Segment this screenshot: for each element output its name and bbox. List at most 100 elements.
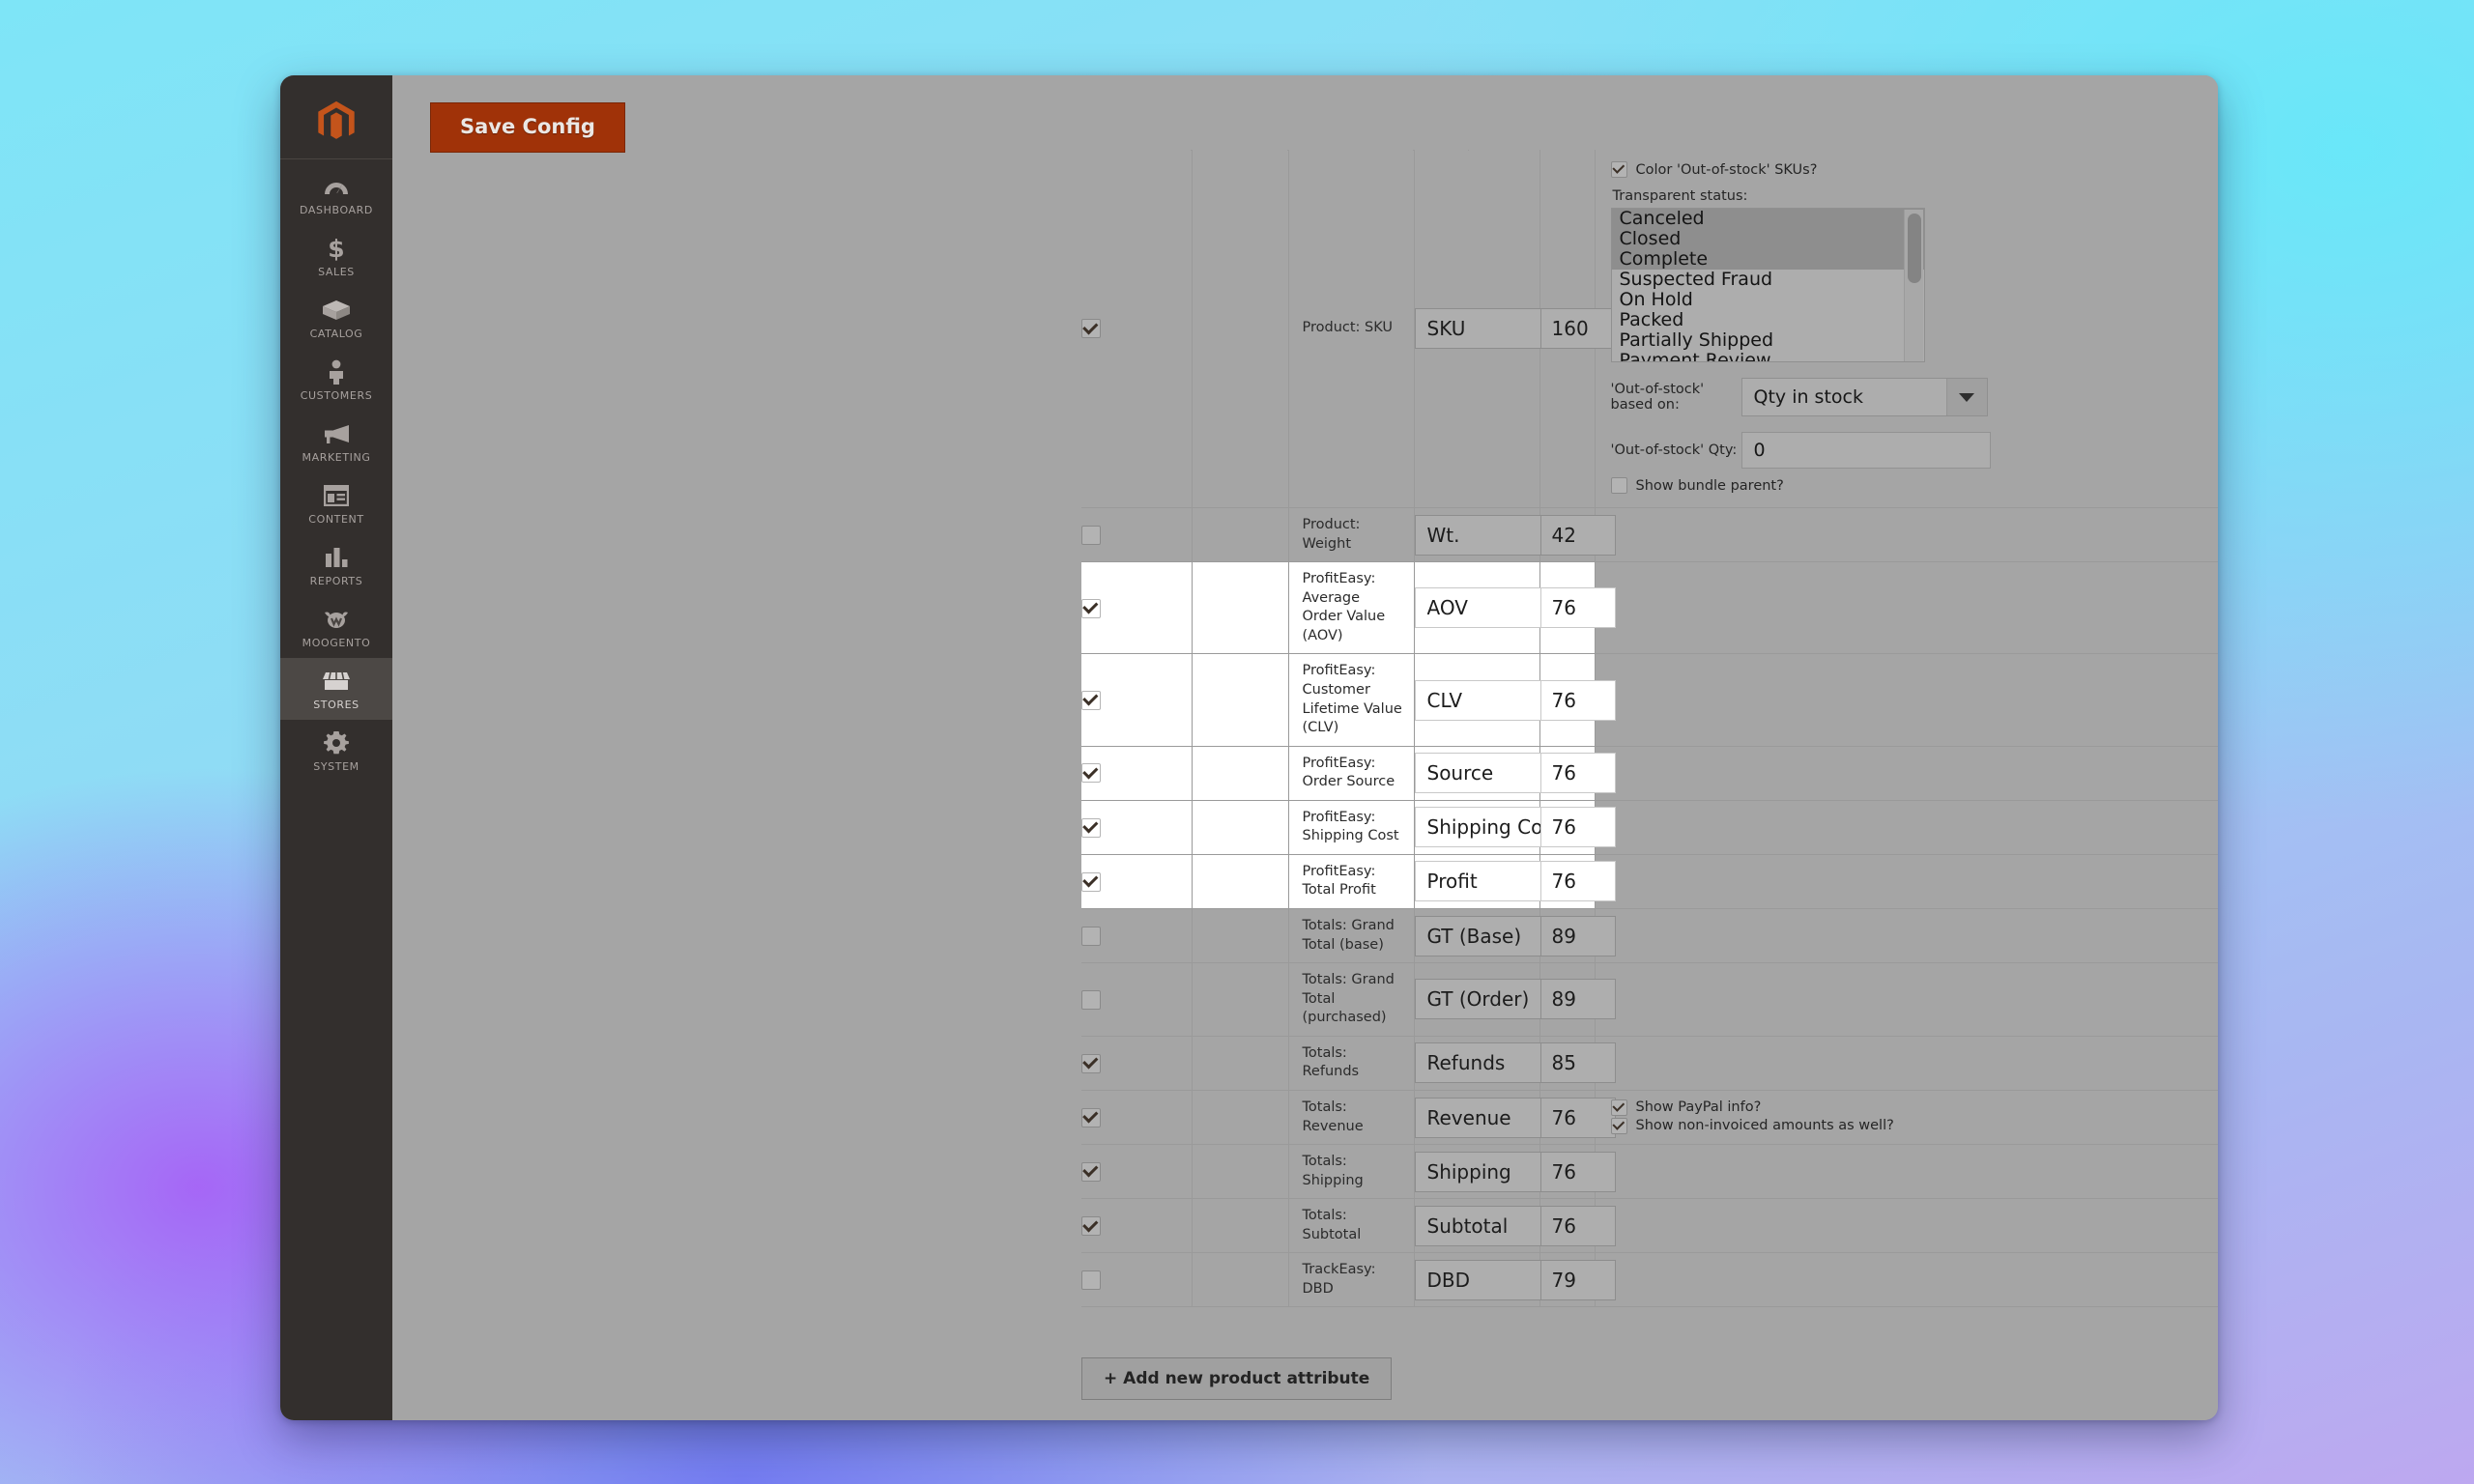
row-enable-checkbox[interactable] xyxy=(1081,690,1101,710)
status-option[interactable]: Suspected Fraud xyxy=(1612,270,1924,290)
sidebar-item-stores[interactable]: STORES xyxy=(280,658,392,720)
row-attribute-cell: Product: SKU xyxy=(1288,150,1415,508)
sku-options-cell: Color 'Out-of-stock' SKUs? Transparent s… xyxy=(1594,150,2219,508)
out-of-stock-qty-input[interactable] xyxy=(1740,432,1991,469)
sidebar-item-customers[interactable]: CUSTOMERS xyxy=(280,349,392,411)
sidebar-item-moogento[interactable]: MOOGENTO xyxy=(280,596,392,658)
row-width-cell xyxy=(1539,962,1616,1037)
row-title-cell xyxy=(1414,908,1566,964)
show-bundle-parent-label: Show bundle parent? xyxy=(1635,477,1784,494)
row-enable-checkbox[interactable] xyxy=(1081,763,1101,784)
row-title-cell xyxy=(1414,800,1566,855)
row-attribute-cell: Totals: Shipping xyxy=(1288,1144,1415,1200)
sidebar-item-dashboard[interactable]: DASHBOARD xyxy=(280,163,392,225)
out-of-stock-based-on-select[interactable]: Qty in stock xyxy=(1740,378,1988,416)
row-enable-checkbox[interactable] xyxy=(1081,1216,1101,1236)
row-enable-checkbox[interactable] xyxy=(1081,989,1101,1010)
based-on-selected-value: Qty in stock xyxy=(1753,386,1863,408)
status-option[interactable]: Partially Shipped xyxy=(1612,330,1924,351)
show-paypal-info-checkbox[interactable] xyxy=(1610,1099,1627,1116)
row-enable-checkbox[interactable] xyxy=(1081,926,1101,946)
row-title-cell xyxy=(1414,1252,1566,1308)
sidebar-item-label: REPORTS xyxy=(309,575,363,587)
sidebar-item-label: MARKETING xyxy=(302,451,371,464)
row-width-cell xyxy=(1539,561,1616,655)
row-enable-checkbox[interactable] xyxy=(1081,1053,1101,1073)
status-option[interactable]: Packed xyxy=(1612,310,1924,330)
add-new-product-attribute-button[interactable]: + Add new product attribute xyxy=(1081,1357,1393,1400)
scrollbar-thumb[interactable] xyxy=(1907,214,1921,283)
column-width-input[interactable] xyxy=(1539,861,1616,902)
row-enable-checkbox[interactable] xyxy=(1081,525,1101,545)
row-title-cell xyxy=(1414,1144,1566,1200)
row-extra-cell xyxy=(1594,746,2218,801)
show-non-invoiced-checkbox[interactable] xyxy=(1610,1117,1627,1134)
box-icon xyxy=(322,298,351,323)
sidebar-item-marketing[interactable]: MARKETING xyxy=(280,411,392,472)
sidebar-item-system[interactable]: SYSTEM xyxy=(280,720,392,782)
column-width-input[interactable] xyxy=(1539,753,1616,794)
color-out-of-stock-label: Color 'Out-of-stock' SKUs? xyxy=(1635,161,1818,178)
row-attribute-cell: Totals: Subtotal xyxy=(1288,1198,1415,1254)
magento-logo-icon xyxy=(318,100,355,139)
row-width-cell xyxy=(1539,1252,1616,1308)
column-width-input[interactable] xyxy=(1539,1042,1616,1084)
based-on-field: 'Out-of-stock' based on: Qty in stock xyxy=(1611,378,2219,416)
sidebar-item-catalog[interactable]: CATALOG xyxy=(280,287,392,349)
row-enable-cell xyxy=(1081,1090,1193,1146)
row-enable-checkbox[interactable] xyxy=(1081,319,1101,339)
row-spacer-cell xyxy=(1192,1090,1289,1146)
row-enable-checkbox[interactable] xyxy=(1081,598,1101,618)
row-enable-cell xyxy=(1081,561,1193,655)
status-option[interactable]: Payment Review xyxy=(1612,351,1924,362)
column-width-input[interactable] xyxy=(1539,979,1616,1020)
admin-window: DASHBOARD $ SALES CATALOG CUSTOMERS MARK… xyxy=(280,75,2218,1420)
column-width-input[interactable] xyxy=(1539,1205,1616,1246)
table-row: ProfitEasy: Order Source xyxy=(1081,746,2218,801)
column-width-input[interactable] xyxy=(1539,514,1616,556)
status-option[interactable]: Closed xyxy=(1611,229,1924,249)
status-option[interactable]: Canceled xyxy=(1611,209,1924,229)
row-enable-checkbox[interactable] xyxy=(1081,817,1101,838)
column-width-input[interactable] xyxy=(1539,587,1616,629)
sidebar-item-label: STORES xyxy=(313,699,360,711)
oos-qty-field: 'Out-of-stock' Qty: xyxy=(1611,432,2219,469)
column-width-input[interactable] xyxy=(1539,807,1616,848)
column-width-input[interactable] xyxy=(1539,915,1616,956)
attribute-name: Totals: Revenue xyxy=(1302,1099,1364,1134)
row-enable-checkbox[interactable] xyxy=(1081,1161,1101,1182)
column-width-input[interactable] xyxy=(1539,679,1616,721)
magento-logo[interactable] xyxy=(280,89,392,159)
sidebar-item-label: CONTENT xyxy=(308,513,364,526)
row-width-cell xyxy=(1539,1090,1616,1146)
row-attribute-cell: Totals: Refunds xyxy=(1288,1036,1415,1091)
sidebar-item-reports[interactable]: REPORTS xyxy=(280,534,392,596)
based-on-label: 'Out-of-stock' based on: xyxy=(1610,382,1705,413)
transparent-status-listbox[interactable]: Canceled Closed Complete Suspected Fraud… xyxy=(1610,208,1925,362)
column-width-input[interactable] xyxy=(1539,1151,1616,1192)
save-config-button[interactable]: Save Config xyxy=(430,102,625,153)
color-oos-row: Color 'Out-of-stock' SKUs? xyxy=(1610,161,2219,178)
row-enable-checkbox[interactable] xyxy=(1081,871,1101,892)
status-listbox-scrollbar[interactable] xyxy=(1903,210,1923,361)
bundle-parent-row: Show bundle parent? xyxy=(1610,477,2219,494)
row-title-cell xyxy=(1414,653,1566,747)
row-enable-checkbox[interactable] xyxy=(1081,1270,1101,1291)
row-title-cell xyxy=(1414,561,1566,655)
column-width-input[interactable] xyxy=(1539,1259,1616,1300)
sku-options-panel: Color 'Out-of-stock' SKUs? Transparent s… xyxy=(1596,150,2219,507)
row-extra-cell xyxy=(1594,962,2218,1037)
show-bundle-parent-checkbox[interactable] xyxy=(1610,477,1627,494)
row-enable-checkbox[interactable] xyxy=(1081,1107,1101,1127)
status-option[interactable]: Complete xyxy=(1611,249,1924,270)
row-spacer-cell xyxy=(1192,1198,1289,1254)
table-row: TrackEasy: DBD xyxy=(1081,1252,2218,1308)
row-extra-cell xyxy=(1594,1144,2218,1200)
sidebar-item-sales[interactable]: $ SALES xyxy=(280,225,392,287)
sidebar-item-content[interactable]: CONTENT xyxy=(280,472,392,534)
table-row: ProfitEasy: Shipping Cost xyxy=(1081,800,2218,855)
status-option[interactable]: On Hold xyxy=(1612,290,1924,310)
layout-icon xyxy=(324,483,349,508)
row-enable-cell xyxy=(1081,908,1193,964)
color-out-of-stock-checkbox[interactable] xyxy=(1610,161,1627,178)
